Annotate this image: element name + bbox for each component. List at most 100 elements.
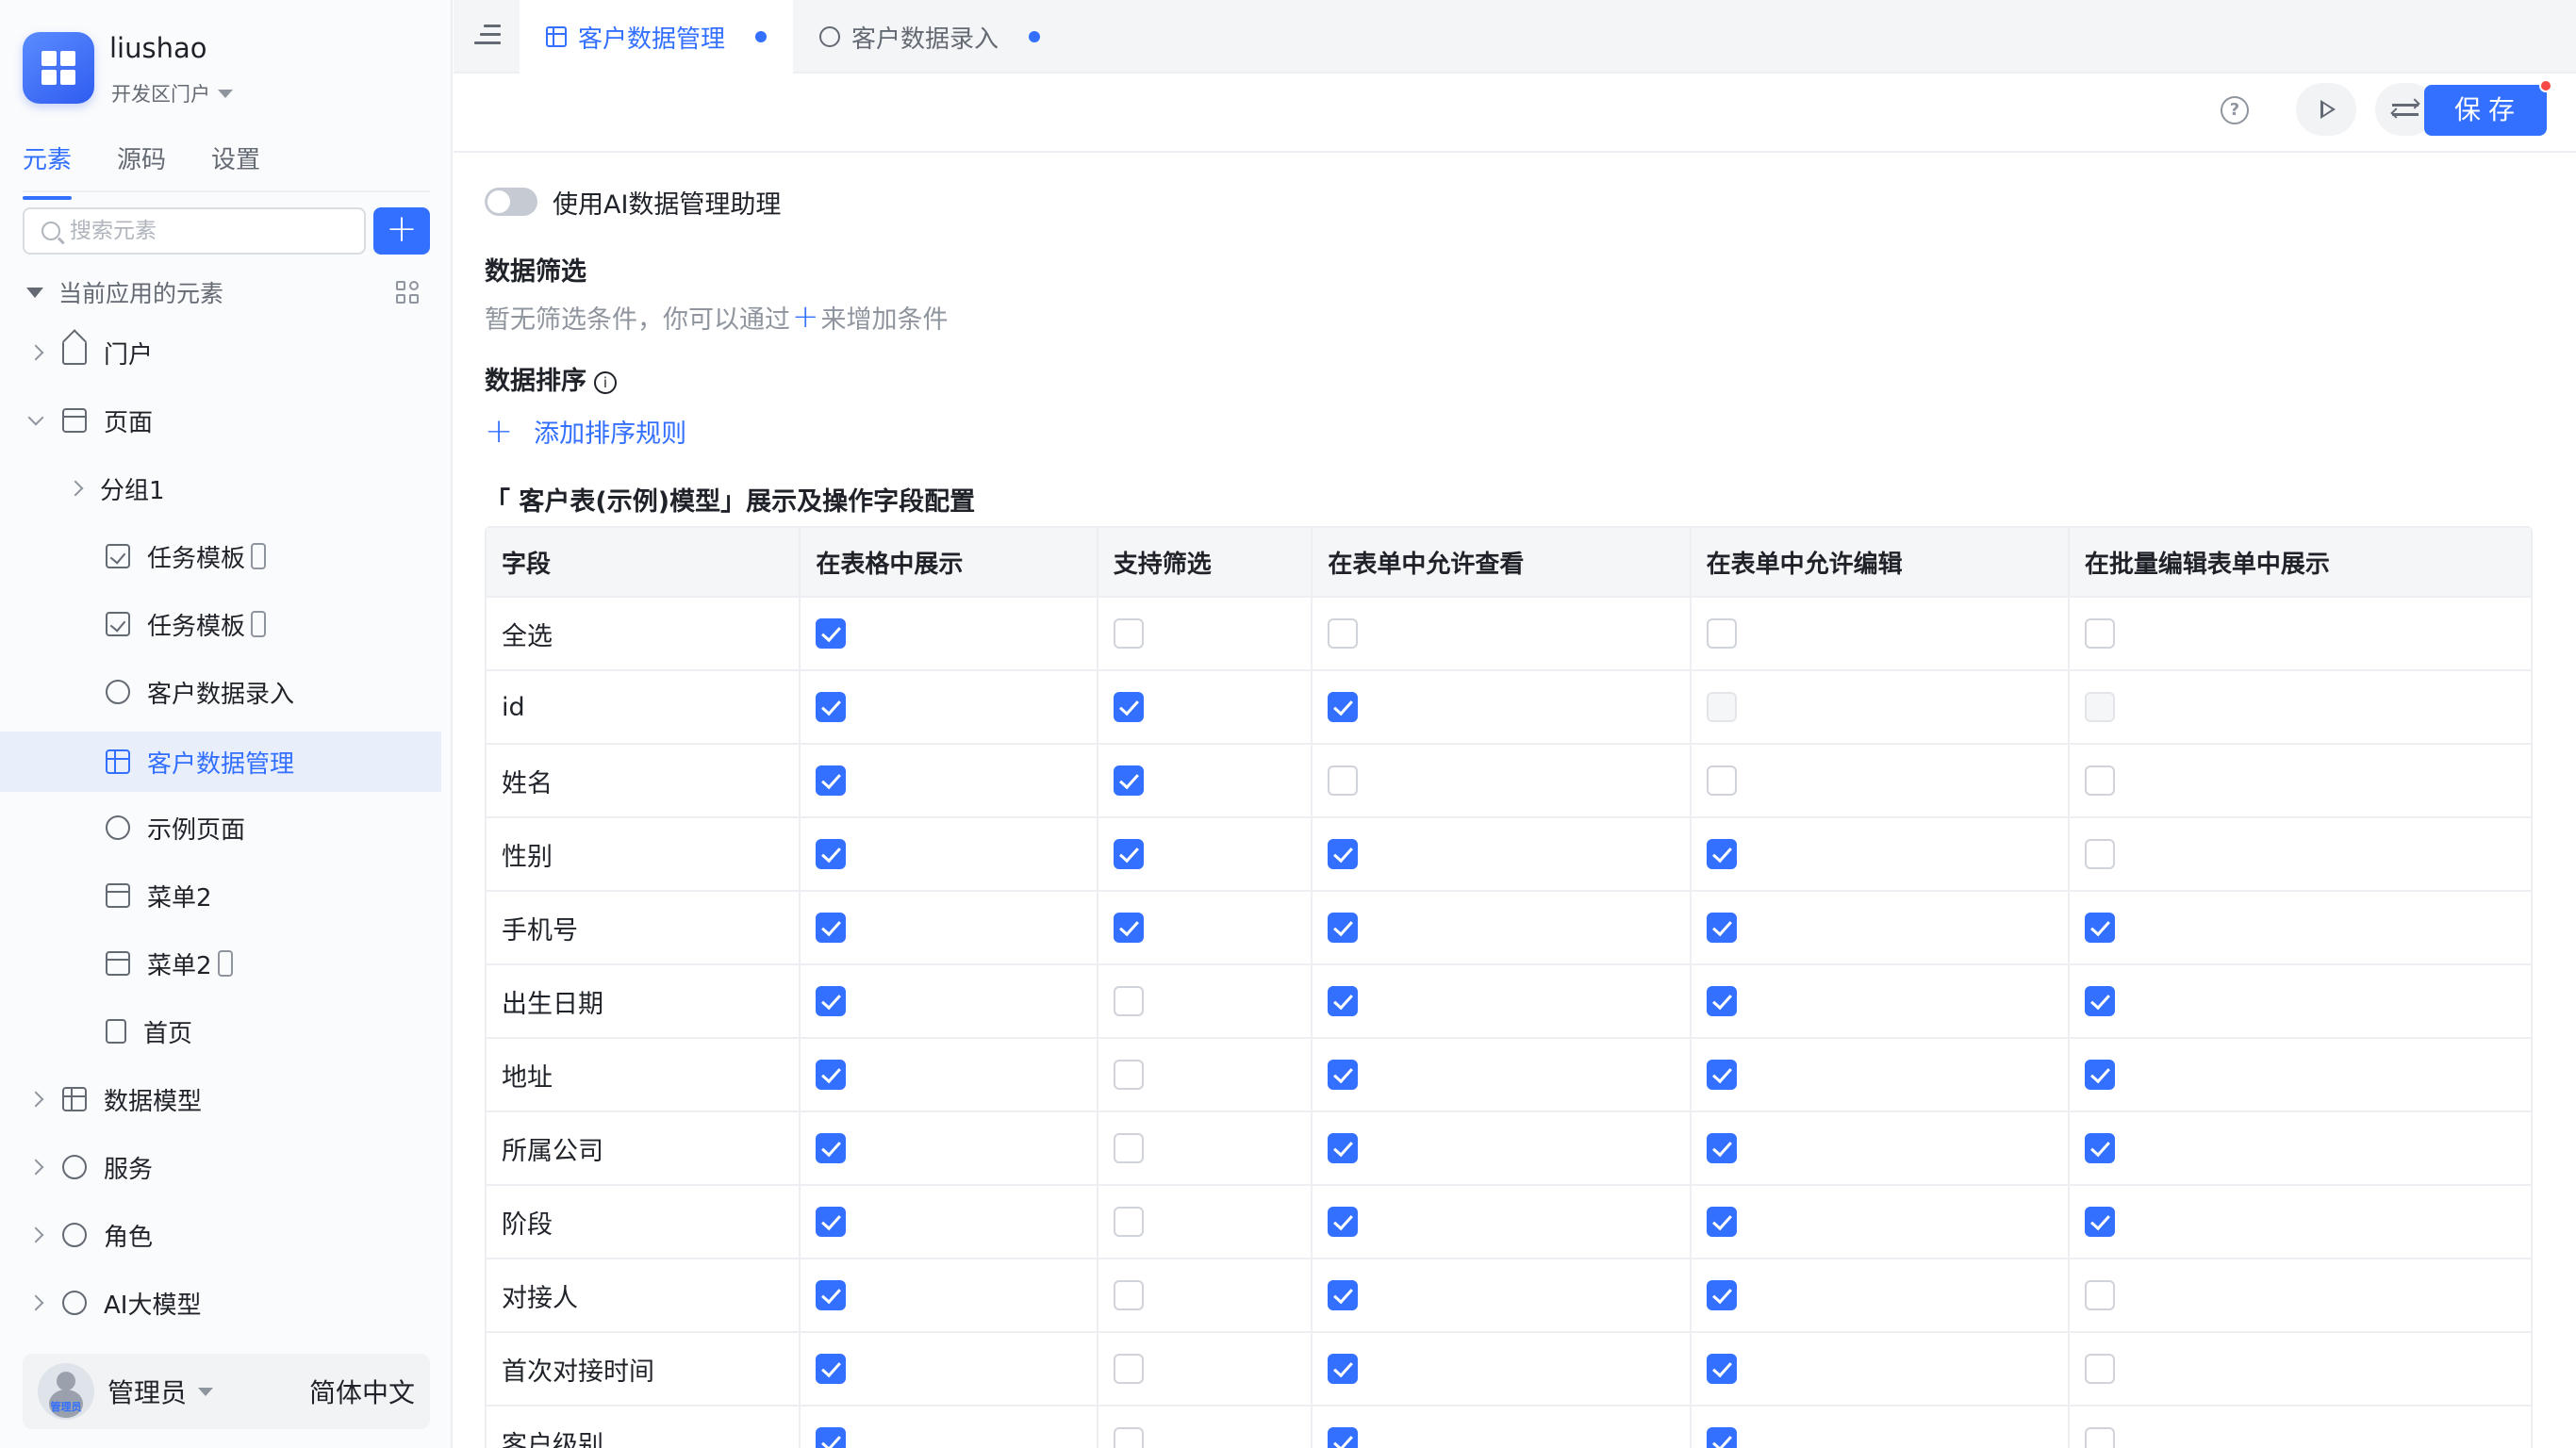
checkbox-checked[interactable] bbox=[816, 1207, 847, 1238]
checkbox-checked[interactable] bbox=[1706, 1207, 1737, 1238]
checkbox-checked[interactable] bbox=[1706, 913, 1737, 944]
checkbox-checked[interactable] bbox=[1328, 1060, 1359, 1091]
checkbox-checked[interactable] bbox=[2084, 1133, 2115, 1164]
layout-icon[interactable] bbox=[396, 281, 421, 305]
checkbox-checked[interactable] bbox=[1328, 986, 1359, 1017]
checkbox-unchecked[interactable] bbox=[1328, 765, 1359, 797]
checkbox-checked[interactable] bbox=[1706, 1133, 1737, 1164]
tree-item-pages[interactable]: 页面 bbox=[0, 390, 441, 451]
checkbox-unchecked[interactable] bbox=[1113, 1280, 1144, 1311]
checkbox-unchecked[interactable] bbox=[1706, 618, 1737, 650]
checkbox-cell bbox=[1313, 1112, 1692, 1186]
avatar[interactable]: 管理员 bbox=[38, 1363, 94, 1420]
checkbox-checked[interactable] bbox=[2084, 913, 2115, 944]
checkbox-checked[interactable] bbox=[816, 618, 847, 650]
checkbox-checked[interactable] bbox=[1328, 1280, 1359, 1311]
checkbox-cell bbox=[1313, 1186, 1692, 1259]
checkbox-checked[interactable] bbox=[1328, 913, 1359, 944]
checkbox-unchecked[interactable] bbox=[2084, 1280, 2115, 1311]
tab-settings[interactable]: 设置 bbox=[211, 141, 260, 194]
checkbox-unchecked[interactable] bbox=[2084, 765, 2115, 797]
tab-customer-data-management[interactable]: 客户数据管理 bbox=[520, 0, 793, 74]
info-icon[interactable]: i bbox=[594, 370, 617, 394]
checkbox-unchecked[interactable] bbox=[1328, 618, 1359, 650]
tree-item-portal[interactable]: 门户 bbox=[0, 322, 441, 383]
tree-item-data-model[interactable]: 数据模型 bbox=[0, 1069, 441, 1129]
checkbox-unchecked[interactable] bbox=[1113, 986, 1144, 1017]
checkbox-checked[interactable] bbox=[816, 1060, 847, 1091]
tree-item-customer-data-management[interactable]: 客户数据管理 bbox=[0, 732, 441, 792]
checkbox-checked[interactable] bbox=[1328, 692, 1359, 723]
table-icon bbox=[546, 26, 567, 47]
language-switch[interactable]: 简体中文 bbox=[309, 1373, 415, 1410]
checkbox-checked[interactable] bbox=[1328, 1133, 1359, 1164]
task-icon bbox=[106, 612, 130, 636]
checkbox-checked[interactable] bbox=[1328, 839, 1359, 870]
checkbox-checked[interactable] bbox=[2084, 1060, 2115, 1091]
tree-item-sample-page[interactable]: 示例页面 bbox=[0, 798, 441, 858]
checkbox-checked[interactable] bbox=[1706, 1280, 1737, 1311]
checkbox-checked[interactable] bbox=[816, 1427, 847, 1448]
checkbox-unchecked[interactable] bbox=[2084, 1427, 2115, 1448]
checkbox-checked[interactable] bbox=[1113, 692, 1144, 723]
preview-button[interactable] bbox=[2296, 83, 2356, 136]
add-filter-icon[interactable]: + bbox=[792, 298, 819, 336]
tree-item-home-page[interactable]: 首页 bbox=[0, 1001, 441, 1061]
tree-item-group1[interactable]: 分组1 bbox=[0, 458, 441, 518]
ai-assistant-toggle[interactable] bbox=[485, 188, 537, 216]
checkbox-unchecked[interactable] bbox=[1113, 618, 1144, 650]
tree-item-menu2-2[interactable]: 菜单2 bbox=[0, 933, 441, 994]
tab-elements[interactable]: 元素 bbox=[23, 141, 73, 200]
tree-item-task-template-2[interactable]: 任务模板 bbox=[0, 594, 441, 654]
tree-item-task-template-1[interactable]: 任务模板 bbox=[0, 526, 441, 586]
checkbox-checked[interactable] bbox=[1328, 1354, 1359, 1385]
tree-item-customer-data-entry[interactable]: 客户数据录入 bbox=[0, 662, 441, 722]
checkbox-checked[interactable] bbox=[2084, 1207, 2115, 1238]
checkbox-checked[interactable] bbox=[1113, 913, 1144, 944]
tree-item-menu2-1[interactable]: 菜单2 bbox=[0, 865, 441, 926]
tab-customer-data-entry[interactable]: 客户数据录入 bbox=[793, 0, 1076, 74]
save-button[interactable]: 保存 bbox=[2424, 85, 2547, 136]
checkbox-checked[interactable] bbox=[1706, 1060, 1737, 1091]
collapse-sidebar-icon[interactable] bbox=[474, 23, 501, 45]
search-input[interactable] bbox=[70, 219, 353, 243]
checkbox-checked[interactable] bbox=[1706, 839, 1737, 870]
tree-item-ai-model[interactable]: AI大模型 bbox=[0, 1273, 441, 1333]
checkbox-unchecked[interactable] bbox=[1113, 1133, 1144, 1164]
checkbox-unchecked[interactable] bbox=[2084, 618, 2115, 650]
checkbox-checked[interactable] bbox=[1328, 1427, 1359, 1448]
help-icon[interactable]: ? bbox=[2221, 96, 2249, 124]
checkbox-unchecked[interactable] bbox=[1706, 765, 1737, 797]
checkbox-checked[interactable] bbox=[816, 913, 847, 944]
tree-item-role[interactable]: 角色 bbox=[0, 1205, 441, 1265]
tree-item-service[interactable]: 服务 bbox=[0, 1137, 441, 1197]
user-name[interactable]: 管理员 bbox=[107, 1373, 187, 1410]
portal-selector[interactable]: 开发区门户 bbox=[111, 79, 233, 107]
checkbox-checked[interactable] bbox=[816, 986, 847, 1017]
add-sort-rule-button[interactable]: + 添加排序规则 bbox=[485, 413, 686, 450]
checkbox-checked[interactable] bbox=[816, 1133, 847, 1164]
checkbox-checked[interactable] bbox=[816, 692, 847, 723]
checkbox-checked[interactable] bbox=[816, 1354, 847, 1385]
checkbox-checked[interactable] bbox=[1706, 1354, 1737, 1385]
checkbox-unchecked[interactable] bbox=[1113, 1060, 1144, 1091]
checkbox-checked[interactable] bbox=[1706, 1427, 1737, 1448]
caret-down-icon[interactable] bbox=[198, 1387, 214, 1396]
checkbox-unchecked[interactable] bbox=[2084, 1354, 2115, 1385]
tab-source[interactable]: 源码 bbox=[117, 141, 166, 194]
checkbox-checked[interactable] bbox=[1113, 839, 1144, 870]
checkbox-checked[interactable] bbox=[816, 839, 847, 870]
checkbox-checked[interactable] bbox=[816, 1280, 847, 1311]
checkbox-unchecked[interactable] bbox=[1113, 1427, 1144, 1448]
checkbox-checked[interactable] bbox=[2084, 986, 2115, 1017]
checkbox-unchecked[interactable] bbox=[1113, 1207, 1144, 1238]
add-element-button[interactable]: + bbox=[373, 207, 430, 255]
checkbox-unchecked[interactable] bbox=[1113, 1354, 1144, 1385]
checkbox-checked[interactable] bbox=[1706, 986, 1737, 1017]
section-current-app-elements[interactable]: 当前应用的元素 bbox=[23, 273, 430, 311]
checkbox-cell bbox=[1313, 598, 1692, 671]
checkbox-checked[interactable] bbox=[816, 765, 847, 797]
checkbox-unchecked[interactable] bbox=[2084, 839, 2115, 870]
checkbox-checked[interactable] bbox=[1113, 765, 1144, 797]
checkbox-checked[interactable] bbox=[1328, 1207, 1359, 1238]
